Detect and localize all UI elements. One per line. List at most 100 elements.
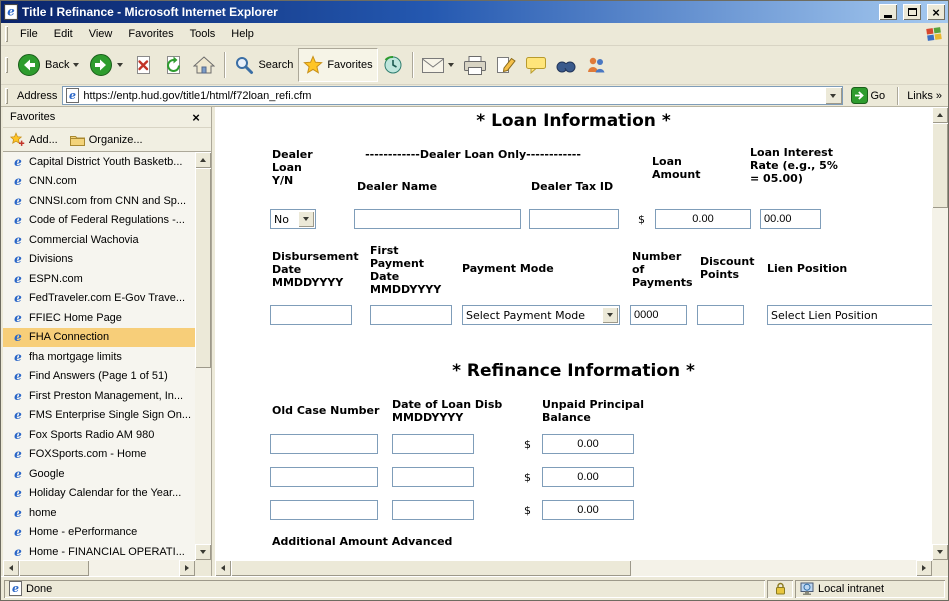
maximize-button[interactable] (903, 4, 921, 20)
favorite-item[interactable]: e CNN.com (3, 172, 195, 192)
favorite-item[interactable]: e Capital District Youth Basketb... (3, 152, 195, 172)
favorite-item[interactable]: e Home - ePerformance (3, 523, 195, 543)
payment-mode-select[interactable]: Select Payment Mode (462, 305, 620, 325)
menu-bar: FileEditViewFavoritesToolsHelp (1, 23, 948, 46)
old-case-number-input-2[interactable] (270, 467, 378, 487)
favorites-button[interactable]: Favorites (298, 48, 377, 82)
favorite-item[interactable]: e home (3, 503, 195, 523)
forward-icon (89, 53, 113, 77)
favorite-item[interactable]: e Code of Federal Regulations -... (3, 211, 195, 231)
scroll-down-button[interactable] (195, 544, 211, 560)
favorite-item[interactable]: e Holiday Calendar for the Year... (3, 484, 195, 504)
first-payment-date-input[interactable] (370, 305, 452, 325)
discuss-button[interactable] (521, 48, 551, 82)
favorite-item[interactable]: e First Preston Management, In... (3, 386, 195, 406)
favorite-item[interactable]: e FFIEC Home Page (3, 308, 195, 328)
back-button[interactable]: Back (12, 48, 84, 82)
favorite-item[interactable]: e FOXSports.com - Home (3, 445, 195, 465)
unpaid-balance-input-1[interactable] (542, 434, 634, 454)
old-case-number-input-1[interactable] (270, 434, 378, 454)
go-icon (851, 87, 868, 104)
scroll-up-button[interactable] (932, 107, 948, 123)
close-button[interactable]: × (927, 4, 945, 20)
favorite-item[interactable]: e FHA Connection (3, 328, 195, 348)
favorite-item[interactable]: e Home - FINANCIAL OPERATI... (3, 542, 195, 560)
favorite-item[interactable]: e Fox Sports Radio AM 980 (3, 425, 195, 445)
unpaid-balance-input-3[interactable] (542, 500, 634, 520)
address-label: Address (17, 90, 57, 102)
scroll-right-button[interactable] (916, 560, 932, 576)
scrollbar-corner (195, 560, 211, 576)
minimize-button[interactable] (879, 4, 897, 20)
home-button[interactable] (188, 48, 220, 82)
menu-item[interactable]: Favorites (120, 24, 181, 44)
scroll-thumb[interactable] (231, 560, 631, 576)
stop-button[interactable] (128, 48, 158, 82)
address-dropdown-button[interactable] (825, 87, 842, 104)
menu-item[interactable]: Tools (182, 24, 224, 44)
favorite-item-label: Holiday Calendar for the Year... (29, 487, 181, 499)
loan-amount-input[interactable] (655, 209, 751, 229)
address-bar-grip[interactable] (5, 88, 8, 104)
dealer-loan-select[interactable]: No (270, 209, 316, 229)
main-horizontal-scrollbar[interactable] (215, 560, 932, 576)
go-button[interactable]: Go (848, 86, 889, 105)
security-pane (767, 580, 793, 598)
scroll-thumb[interactable] (195, 168, 211, 368)
loan-interest-rate-input[interactable] (760, 209, 821, 229)
scroll-thumb[interactable] (932, 123, 948, 208)
favorite-item[interactable]: e fha mortgage limits (3, 347, 195, 367)
favorites-close-icon[interactable]: × (188, 110, 204, 125)
lien-position-select[interactable]: Select Lien Position (767, 305, 932, 325)
favorite-item[interactable]: e CNNSI.com from CNN and Sp... (3, 191, 195, 211)
menu-bar-grip[interactable] (5, 26, 8, 42)
favorites-organize-button[interactable]: Organize... (70, 134, 143, 146)
main-vertical-scrollbar[interactable] (932, 107, 948, 560)
favorite-item[interactable]: e FedTraveler.com E-Gov Trave... (3, 289, 195, 309)
forward-button[interactable] (84, 48, 128, 82)
favorites-add-button[interactable]: Add... (10, 132, 58, 147)
history-button[interactable] (378, 48, 408, 82)
windows-logo-icon (925, 25, 943, 48)
toolbar-grip[interactable] (5, 57, 8, 73)
discount-points-input[interactable] (697, 305, 744, 325)
menu-item[interactable]: View (81, 24, 121, 44)
favorite-item[interactable]: e Commercial Wachovia (3, 230, 195, 250)
favorites-horizontal-scrollbar[interactable] (3, 560, 195, 576)
unpaid-balance-input-2[interactable] (542, 467, 634, 487)
menu-item[interactable]: Help (223, 24, 262, 44)
favorite-item[interactable]: e ESPN.com (3, 269, 195, 289)
favorite-item[interactable]: e Google (3, 464, 195, 484)
dealer-name-input[interactable] (354, 209, 521, 229)
favorite-item[interactable]: e Find Answers (Page 1 of 51) (3, 367, 195, 387)
favorite-item[interactable]: e FMS Enterprise Single Sign On... (3, 406, 195, 426)
links-button[interactable]: Links » (907, 90, 944, 102)
favorites-vertical-scrollbar[interactable] (195, 152, 211, 560)
menu-item[interactable]: File (12, 24, 46, 44)
messenger-button[interactable] (581, 48, 611, 82)
edit-button[interactable] (491, 48, 521, 82)
old-case-number-input-3[interactable] (270, 500, 378, 520)
refresh-button[interactable] (158, 48, 188, 82)
research-button[interactable] (551, 48, 581, 82)
scroll-left-button[interactable] (3, 560, 19, 576)
scroll-right-button[interactable] (179, 560, 195, 576)
address-input[interactable]: e https://entp.hud.gov/title1/html/f72lo… (62, 86, 842, 105)
print-button[interactable] (459, 48, 491, 82)
ie-favicon: e (12, 369, 24, 383)
search-button[interactable]: Search (229, 48, 298, 82)
date-of-loan-disb-input-2[interactable] (392, 467, 474, 487)
menu-item[interactable]: Edit (46, 24, 81, 44)
date-of-loan-disb-input-3[interactable] (392, 500, 474, 520)
mail-button[interactable] (417, 48, 459, 82)
old-case-number-label: Old Case Number (272, 404, 379, 417)
scroll-down-button[interactable] (932, 544, 948, 560)
dealer-tax-id-input[interactable] (529, 209, 619, 229)
scroll-left-button[interactable] (215, 560, 231, 576)
date-of-loan-disb-input-1[interactable] (392, 434, 474, 454)
favorite-item[interactable]: e Divisions (3, 250, 195, 270)
scroll-thumb[interactable] (19, 560, 89, 576)
number-of-payments-input[interactable] (630, 305, 687, 325)
scroll-up-button[interactable] (195, 152, 211, 168)
disbursement-date-input[interactable] (270, 305, 352, 325)
